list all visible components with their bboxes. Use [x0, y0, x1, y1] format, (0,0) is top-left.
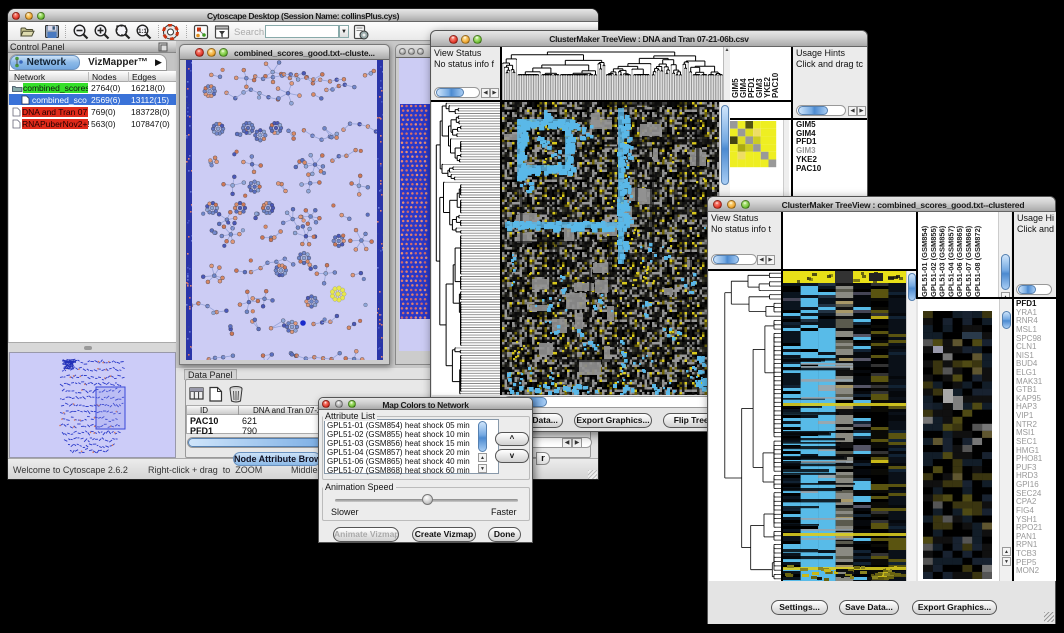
svg-text:1:1: 1:1 — [138, 29, 147, 35]
svg-text:GPL51-07 (GSM868): GPL51-07 (GSM868) — [964, 225, 973, 297]
svg-text:GPL51-06 (GSM865): GPL51-06 (GSM865) — [955, 225, 964, 297]
svg-text:GPL51-08 (GSM872): GPL51-08 (GSM872) — [973, 225, 982, 297]
svg-text:GPL51-02 (GSM855): GPL51-02 (GSM855) — [929, 225, 938, 297]
svg-text:GPL51-03 (GSM856): GPL51-03 (GSM856) — [938, 225, 947, 297]
svg-text:PAC10: PAC10 — [771, 72, 780, 98]
svg-text:GPL51-01 (GSM854): GPL51-01 (GSM854) — [920, 225, 929, 297]
svg-text:GPL51-04 (GSM857): GPL51-04 (GSM857) — [946, 225, 955, 297]
